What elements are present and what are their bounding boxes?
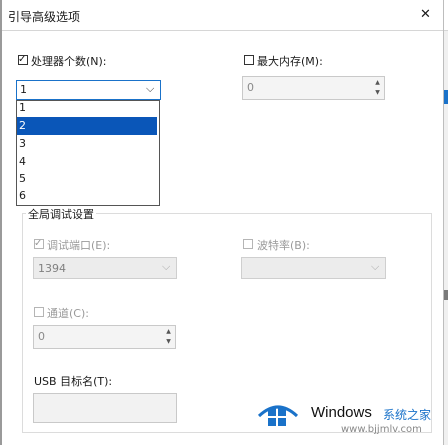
- watermark-brand: Windows: [311, 404, 372, 421]
- watermark-url: www.bjjmlv.com: [341, 424, 422, 435]
- watermark: Windows 系统之家 www.bjjmlv.com: [255, 392, 445, 442]
- processors-dropdown-list: 1 2 3 4 5 6: [16, 100, 160, 206]
- debug-group-label: 全局调试设置: [26, 206, 96, 222]
- memory-value: 0: [247, 81, 254, 94]
- dropdown-option[interactable]: 5: [17, 170, 157, 188]
- spin-down-icon[interactable]: ▼: [373, 89, 382, 96]
- debug-port-value: 1394: [38, 262, 66, 275]
- chevron-down-icon: ⌵: [371, 260, 380, 273]
- title-divider: [0, 30, 448, 31]
- usb-target-label: USB 目标名(T):: [34, 375, 113, 388]
- baud-rate-label: 波特率(B):: [257, 239, 310, 252]
- windows-logo-icon: [257, 405, 299, 426]
- processors-select-value: 1: [20, 83, 27, 96]
- dropdown-option[interactable]: 6: [17, 187, 157, 205]
- spin-down-icon[interactable]: ▼: [164, 338, 173, 345]
- spin-up-icon[interactable]: ▲: [164, 328, 173, 335]
- checkmark-icon: ✓: [34, 238, 43, 249]
- debug-port-select[interactable]: 1394 ⌵: [33, 257, 177, 279]
- window-title: 引导高级选项: [8, 10, 81, 24]
- memory-label: 最大内存(M):: [257, 55, 323, 68]
- dropdown-option[interactable]: 4: [17, 153, 157, 171]
- chevron-down-icon: ⌵: [162, 260, 171, 273]
- channel-checkbox[interactable]: [34, 307, 44, 317]
- chevron-down-icon: ⌵: [146, 82, 155, 95]
- baud-rate-select[interactable]: ⌵: [241, 257, 386, 279]
- window-border-left: [0, 0, 2, 445]
- dropdown-option[interactable]: 1: [17, 101, 157, 117]
- memory-spinbox[interactable]: 0 ▲ ▼: [242, 76, 385, 100]
- processors-label: 处理器个数(N):: [31, 55, 107, 68]
- scrollbar-mark: [444, 90, 448, 104]
- debug-port-label: 调试端口(E):: [47, 239, 111, 252]
- channel-label: 通道(C):: [47, 307, 89, 320]
- watermark-suffix: 系统之家: [383, 408, 432, 422]
- dropdown-option-highlighted[interactable]: 2: [17, 117, 157, 135]
- channel-value: 0: [38, 330, 45, 343]
- spin-up-icon[interactable]: ▲: [373, 79, 382, 86]
- usb-target-input[interactable]: [33, 393, 177, 423]
- title-bar: 引导高级选项 ✕: [0, 0, 448, 30]
- baud-rate-checkbox[interactable]: [243, 239, 253, 249]
- processors-select[interactable]: 1 ⌵: [16, 80, 161, 100]
- dropdown-option[interactable]: 3: [17, 135, 157, 153]
- checkmark-icon: ✓: [18, 54, 27, 65]
- channel-spinbox[interactable]: 0 ▲ ▼: [33, 325, 176, 349]
- close-icon[interactable]: ✕: [420, 7, 431, 22]
- memory-checkbox[interactable]: [244, 55, 254, 65]
- scrollbar-mark: [444, 290, 448, 300]
